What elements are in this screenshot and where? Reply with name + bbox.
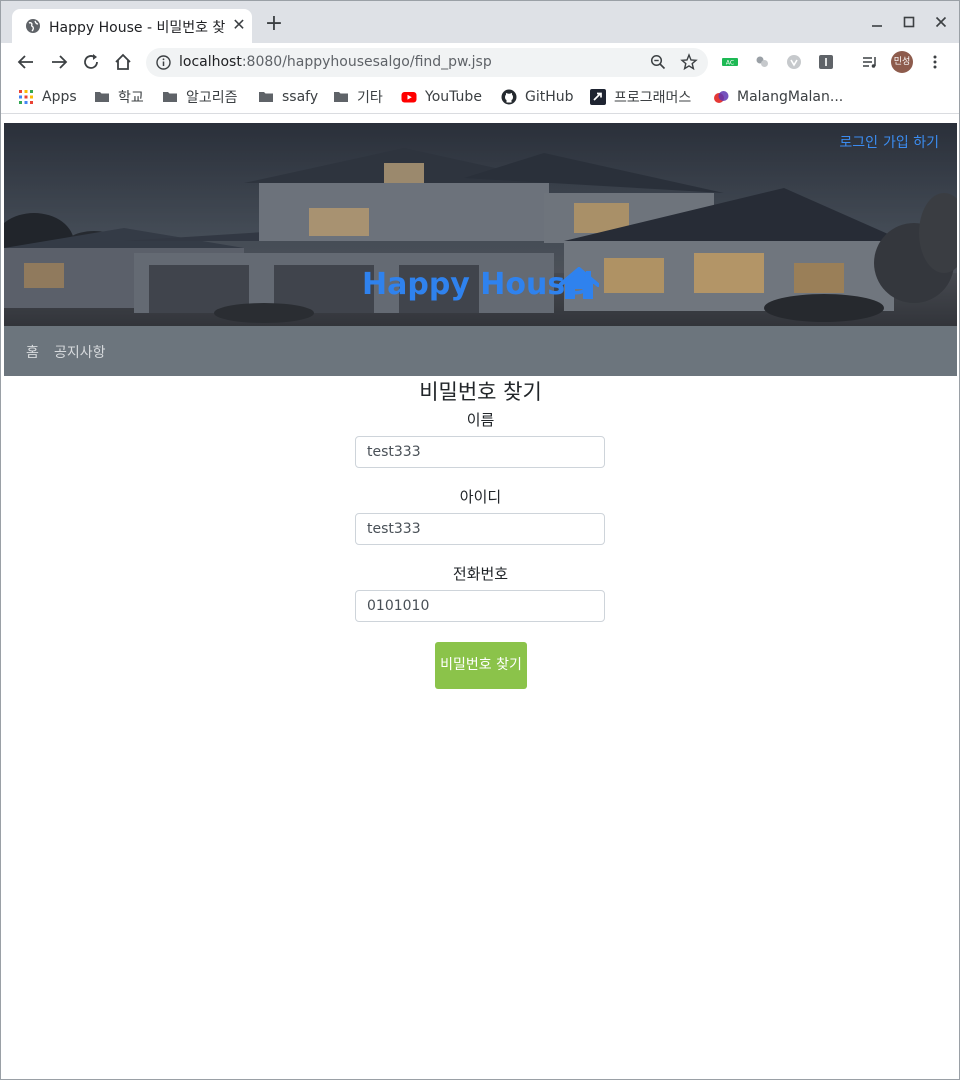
folder-icon <box>334 92 348 102</box>
extension-reader-icon[interactable] <box>818 54 834 70</box>
nav-home-link[interactable]: 홈 <box>26 342 39 362</box>
bookmark-star-icon[interactable] <box>680 53 698 71</box>
main-navbar: 홈 공지사항 <box>4 326 957 376</box>
close-window-icon[interactable] <box>932 13 950 31</box>
tab-title: Happy House - 비밀번호 찾기 <box>49 20 225 36</box>
browser-window: Happy House - 비밀번호 찾기 ✕ + localhost:8080… <box>0 0 960 1080</box>
page: 로그인 가입 하기 Happy House 홈 공지사항 비밀번호 찾기 이름 아… <box>4 123 957 1077</box>
bookmark-apps[interactable]: Apps <box>18 87 77 107</box>
phone-input[interactable] <box>355 590 605 622</box>
kebab-menu-icon[interactable] <box>927 54 943 70</box>
profile-avatar[interactable]: 민성 <box>891 51 913 73</box>
bookmark-folder-school[interactable]: 학교 <box>94 87 144 107</box>
bookmark-folder-ssafy[interactable]: ssafy <box>258 87 318 107</box>
info-icon[interactable] <box>156 55 171 70</box>
globe-icon <box>26 19 40 33</box>
folder-icon <box>163 92 177 102</box>
tab-close-icon[interactable]: ✕ <box>230 16 248 34</box>
id-input[interactable] <box>355 513 605 545</box>
youtube-icon <box>401 92 417 103</box>
find-password-button[interactable]: 비밀번호 찾기 <box>435 642 527 689</box>
signup-link[interactable]: 가입 하기 <box>883 135 939 151</box>
zoom-icon[interactable] <box>650 54 666 70</box>
reload-icon[interactable] <box>80 51 102 73</box>
nav-notice-link[interactable]: 공지사항 <box>54 342 106 362</box>
title-bar: Happy House - 비밀번호 찾기 ✕ + <box>1 1 959 43</box>
bookmark-github[interactable]: GitHub <box>501 87 574 107</box>
url-text[interactable]: localhost:8080/happyhousesalgo/find_pw.j… <box>179 54 492 70</box>
github-icon <box>501 89 517 105</box>
name-input[interactable] <box>355 436 605 468</box>
minimize-icon[interactable] <box>868 13 886 31</box>
address-bar[interactable]: localhost:8080/happyhousesalgo/find_pw.j… <box>146 48 708 77</box>
home-button-icon[interactable] <box>112 51 134 73</box>
login-link[interactable]: 로그인 <box>839 135 878 151</box>
browser-toolbar: localhost:8080/happyhousesalgo/find_pw.j… <box>1 43 959 81</box>
extension-dots-icon[interactable] <box>754 54 770 70</box>
brand-title[interactable]: Happy House <box>362 267 586 302</box>
maximize-icon[interactable] <box>900 13 918 31</box>
apps-grid-icon <box>19 90 33 104</box>
extension-ac-icon[interactable]: AC <box>722 54 738 70</box>
phone-label: 전화번호 <box>452 565 509 583</box>
active-tab[interactable]: Happy House - 비밀번호 찾기 ✕ <box>12 9 252 43</box>
back-icon[interactable] <box>15 51 37 73</box>
media-queue-icon[interactable] <box>862 54 878 70</box>
bookmark-malang[interactable]: MalangMalan... <box>713 87 843 107</box>
malang-icon <box>714 91 729 103</box>
home-icon <box>559 267 599 299</box>
name-label: 이름 <box>466 411 495 429</box>
bookmark-folder-algorithm[interactable]: 알고리즘 <box>162 87 238 107</box>
new-tab-icon[interactable]: + <box>263 13 285 36</box>
bookmark-youtube[interactable]: YouTube <box>401 87 482 107</box>
folder-icon <box>95 92 109 102</box>
forward-icon[interactable] <box>48 51 70 73</box>
form-title: 비밀번호 찾기 <box>419 380 542 404</box>
bookmark-programmers[interactable]: 프로그래머스 <box>590 87 691 107</box>
id-label: 아이디 <box>459 488 502 506</box>
hero-banner: 로그인 가입 하기 Happy House <box>4 123 957 326</box>
auth-links: 로그인 가입 하기 <box>834 132 939 152</box>
svg-text:AC: AC <box>726 60 734 67</box>
programmers-icon <box>590 89 606 105</box>
bookmark-folder-etc[interactable]: 기타 <box>333 87 383 107</box>
folder-icon <box>259 92 273 102</box>
extension-shield-icon[interactable] <box>786 54 802 70</box>
bookmarks-bar: Apps 학교 알고리즘 ssafy 기타 YouTube GitHub 프로그… <box>1 81 959 114</box>
